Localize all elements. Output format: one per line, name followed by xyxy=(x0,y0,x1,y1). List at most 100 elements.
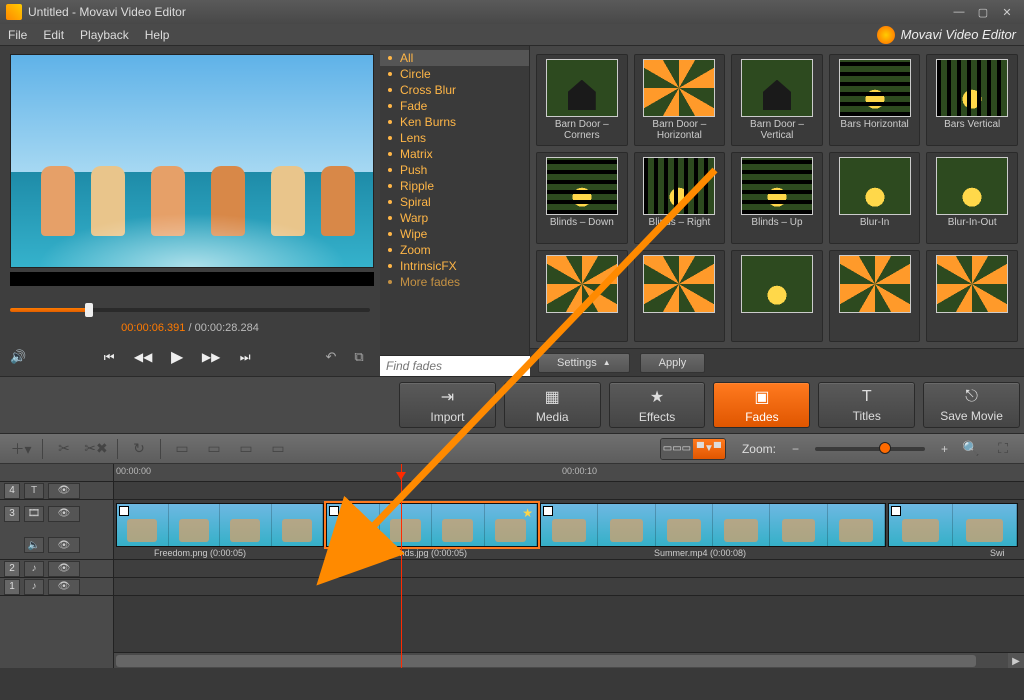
crop-button[interactable]: ⧉ xyxy=(348,346,370,368)
rewind-button[interactable]: ◀◀ xyxy=(130,344,156,370)
toolbar-icon-1[interactable]: ▭ xyxy=(169,438,195,460)
menu-file[interactable]: File xyxy=(8,28,27,42)
track-header-3[interactable]: 3🎞👁 🔈👁 xyxy=(0,500,113,560)
playhead[interactable] xyxy=(401,464,402,668)
fade-barn-door-vertical[interactable]: Barn Door – Vertical xyxy=(731,54,823,146)
category-intrinsicfx[interactable]: IntrinsicFX xyxy=(380,258,529,274)
fade-item[interactable] xyxy=(634,250,726,342)
fade-blinds-up[interactable]: Blinds – Up xyxy=(731,152,823,244)
track-2[interactable] xyxy=(114,560,1024,578)
titles-button[interactable]: TTitles xyxy=(818,382,915,428)
forward-button[interactable]: ▶▶ xyxy=(198,344,224,370)
category-wipe[interactable]: Wipe xyxy=(380,226,529,242)
menu-playback[interactable]: Playback xyxy=(80,28,129,42)
play-button[interactable]: ▶ xyxy=(164,344,190,370)
fade-blur-in[interactable]: Blur-In xyxy=(829,152,921,244)
toolbar-icon-4[interactable]: ▭ xyxy=(265,438,291,460)
category-all[interactable]: All xyxy=(380,50,529,66)
scrubber-track[interactable] xyxy=(10,308,370,312)
import-button[interactable]: ⇥Import xyxy=(399,382,496,428)
track-header-1[interactable]: 1 ♪ 👁 xyxy=(0,578,113,596)
fit-zoom-button[interactable]: 🔍 xyxy=(958,438,984,460)
track-3[interactable]: Freedom.png (0:00:05) ★ Friends.jpg (0:0… xyxy=(114,500,1024,560)
zoom-out-button[interactable]: − xyxy=(788,442,803,456)
fade-item[interactable] xyxy=(926,250,1018,342)
category-matrix[interactable]: Matrix xyxy=(380,146,529,162)
skip-end-button[interactable]: ⏭ xyxy=(232,344,258,370)
preview-player[interactable] xyxy=(10,54,374,268)
zoom-slider[interactable] xyxy=(815,447,925,451)
maximize-button[interactable]: ▢ xyxy=(972,4,994,20)
toolbar-icon-2[interactable]: ▭ xyxy=(201,438,227,460)
clip-freedom[interactable] xyxy=(116,503,324,547)
visibility-icon[interactable]: 👁 xyxy=(48,561,80,577)
visibility-icon[interactable]: 👁 xyxy=(48,483,80,499)
fade-item[interactable] xyxy=(731,250,823,342)
ruler[interactable]: 00:00:00 00:00:10 xyxy=(114,464,1024,482)
undo-button[interactable]: ↶ xyxy=(320,346,342,368)
effects-button[interactable]: ★Effects xyxy=(609,382,706,428)
visibility-icon[interactable]: 👁 xyxy=(48,579,80,595)
category-fade[interactable]: Fade xyxy=(380,98,529,114)
mute-icon[interactable]: 👁 xyxy=(48,537,80,553)
cut-button[interactable]: ✂ xyxy=(51,438,77,460)
fade-blinds-down[interactable]: Blinds – Down xyxy=(536,152,628,244)
close-button[interactable]: ✕ xyxy=(996,4,1018,20)
toolbar-icon-3[interactable]: ▭ xyxy=(233,438,259,460)
fades-apply-button[interactable]: Apply xyxy=(640,353,706,373)
clip-swim[interactable] xyxy=(888,503,1018,547)
h-scrollbar[interactable]: ▶ xyxy=(114,652,1024,668)
fade-barn-door-horizontal[interactable]: Barn Door – Horizontal xyxy=(634,54,726,146)
cut-remove-button[interactable]: ✂✖ xyxy=(83,438,109,460)
category-zoom[interactable]: Zoom xyxy=(380,242,529,258)
minimize-button[interactable]: — xyxy=(948,4,970,20)
category-more-fades[interactable]: More fades xyxy=(380,274,529,290)
media-button[interactable]: ▦Media xyxy=(504,382,601,428)
category-push[interactable]: Push xyxy=(380,162,529,178)
category-spiral[interactable]: Spiral xyxy=(380,194,529,210)
category-ken-burns[interactable]: Ken Burns xyxy=(380,114,529,130)
track-header-2[interactable]: 2 ♪ 👁 xyxy=(0,560,113,578)
category-ripple[interactable]: Ripple xyxy=(380,178,529,194)
fade-barn-door-corners[interactable]: Barn Door – Corners xyxy=(536,54,628,146)
menu-edit[interactable]: Edit xyxy=(43,28,64,42)
category-lens[interactable]: Lens xyxy=(380,130,529,146)
visibility-icon[interactable]: 👁 xyxy=(48,506,80,522)
scrubber-handle[interactable] xyxy=(85,303,93,317)
fade-bars-vertical[interactable]: Bars Vertical xyxy=(926,54,1018,146)
total-time: 00:00:28.284 xyxy=(195,322,259,334)
fades-button[interactable]: ▣Fades xyxy=(713,382,810,428)
track-4[interactable] xyxy=(114,482,1024,500)
zoom-slider-handle[interactable] xyxy=(879,442,891,454)
fade-item[interactable] xyxy=(829,250,921,342)
volume-icon[interactable]: 🔊 xyxy=(10,349,26,365)
fade-blur-in-out[interactable]: Blur-In-Out xyxy=(926,152,1018,244)
category-warp[interactable]: Warp xyxy=(380,210,529,226)
track-header-4[interactable]: 4 T 👁 xyxy=(0,482,113,500)
scrollbar-thumb[interactable] xyxy=(116,655,976,667)
rotate-button[interactable]: ↻ xyxy=(126,438,152,460)
category-circle[interactable]: Circle xyxy=(380,66,529,82)
track-1[interactable] xyxy=(114,578,1024,596)
save-movie-button[interactable]: ⎋Save Movie xyxy=(923,382,1020,428)
clip-summer[interactable] xyxy=(540,503,886,547)
fades-settings-button[interactable]: Settings▲ xyxy=(538,353,630,373)
fades-grid[interactable]: Barn Door – Corners Barn Door – Horizont… xyxy=(530,46,1024,348)
category-scroll[interactable]: All Circle Cross Blur Fade Ken Burns Len… xyxy=(380,46,529,355)
category-cross-blur[interactable]: Cross Blur xyxy=(380,82,529,98)
fade-blinds-right[interactable]: Blinds – Right xyxy=(634,152,726,244)
scrubber-area: 00:00:06.391 / 00:00:28.284 xyxy=(0,286,380,340)
fade-item[interactable] xyxy=(536,250,628,342)
storyboard-view-button[interactable]: ▭▭▭ xyxy=(661,439,693,459)
fade-bars-horizontal[interactable]: Bars Horizontal xyxy=(829,54,921,146)
clip-friends[interactable]: ★ xyxy=(326,503,538,547)
fullscreen-button[interactable]: ⛶ xyxy=(990,438,1016,460)
timeline-view-button[interactable]: ▀▼▀ xyxy=(693,439,725,459)
skip-start-button[interactable]: ⏮ xyxy=(96,344,122,370)
add-track-button[interactable]: ＋▾ xyxy=(8,438,34,460)
scroll-right-button[interactable]: ▶ xyxy=(1008,653,1024,668)
find-fades-input[interactable] xyxy=(380,356,549,376)
menu-help[interactable]: Help xyxy=(145,28,170,42)
zoom-in-button[interactable]: + xyxy=(937,442,952,456)
track-body[interactable]: 00:00:00 00:00:10 Freedom.png (0:00:05) … xyxy=(114,464,1024,668)
